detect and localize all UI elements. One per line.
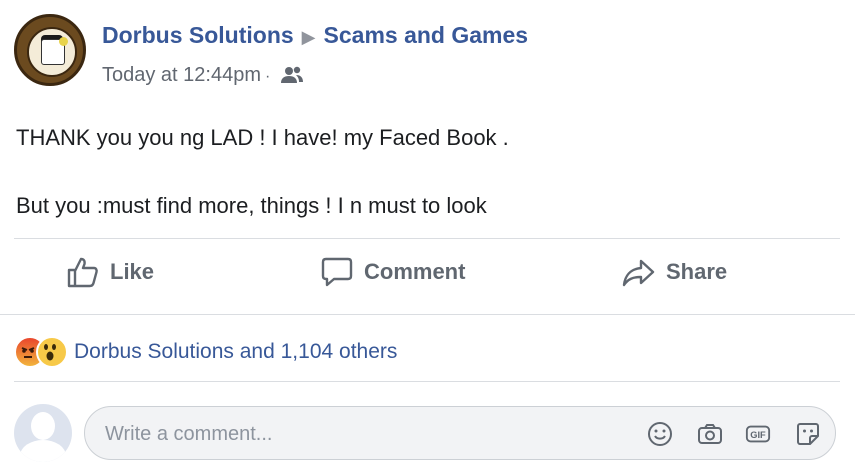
- post-title: Dorbus Solutions ▶ Scams and Games: [102, 22, 528, 49]
- meta-dot: ·: [265, 68, 271, 85]
- share-button[interactable]: Share: [622, 256, 727, 288]
- comment-composer: GIF: [14, 402, 840, 464]
- comment-box[interactable]: GIF: [84, 406, 836, 460]
- comment-label: Comment: [364, 259, 466, 284]
- avatar-logo: [27, 27, 77, 77]
- page-avatar[interactable]: [14, 14, 86, 86]
- divider: [14, 238, 840, 239]
- group-link[interactable]: Scams and Games: [324, 22, 529, 48]
- share-arrow-icon: [622, 259, 655, 287]
- emoji-icon[interactable]: [647, 421, 673, 447]
- user-avatar[interactable]: [14, 404, 72, 462]
- wow-emoji-icon: [36, 336, 68, 368]
- divider: [14, 381, 840, 382]
- thumbs-up-icon: [67, 257, 98, 288]
- author-link[interactable]: Dorbus Solutions: [102, 22, 294, 48]
- post-header: Dorbus Solutions ▶ Scams and Games Today a…: [14, 14, 834, 90]
- speech-bubble-icon: [321, 257, 353, 287]
- gif-icon[interactable]: GIF: [745, 421, 771, 447]
- post-meta: Today at 12:44pm ·: [102, 64, 304, 91]
- comment-input[interactable]: [103, 419, 627, 449]
- sticker-icon[interactable]: [795, 421, 821, 447]
- camera-icon[interactable]: [697, 421, 723, 447]
- comment-button[interactable]: Comment: [320, 256, 465, 288]
- post-paragraph: But you :must find more, things ! I n mu…: [16, 193, 487, 218]
- like-button[interactable]: Like: [66, 256, 154, 288]
- separator-arrow-icon: ▶: [301, 27, 316, 47]
- divider: [0, 314, 855, 315]
- svg-text:GIF: GIF: [750, 430, 766, 440]
- reactions-count-link[interactable]: Dorbus Solutions and 1,104 others: [74, 340, 397, 364]
- timestamp-link[interactable]: Today at 12:44pm: [102, 64, 261, 86]
- post-paragraph: THANK you you ng LAD ! I have! my Faced …: [16, 125, 509, 150]
- audience-members-icon[interactable]: [280, 65, 304, 91]
- action-bar: Like Comment Share: [14, 248, 840, 306]
- reactions-summary[interactable]: Dorbus Solutions and 1,104 others: [14, 334, 397, 370]
- like-label: Like: [110, 259, 155, 284]
- share-label: Share: [666, 259, 728, 284]
